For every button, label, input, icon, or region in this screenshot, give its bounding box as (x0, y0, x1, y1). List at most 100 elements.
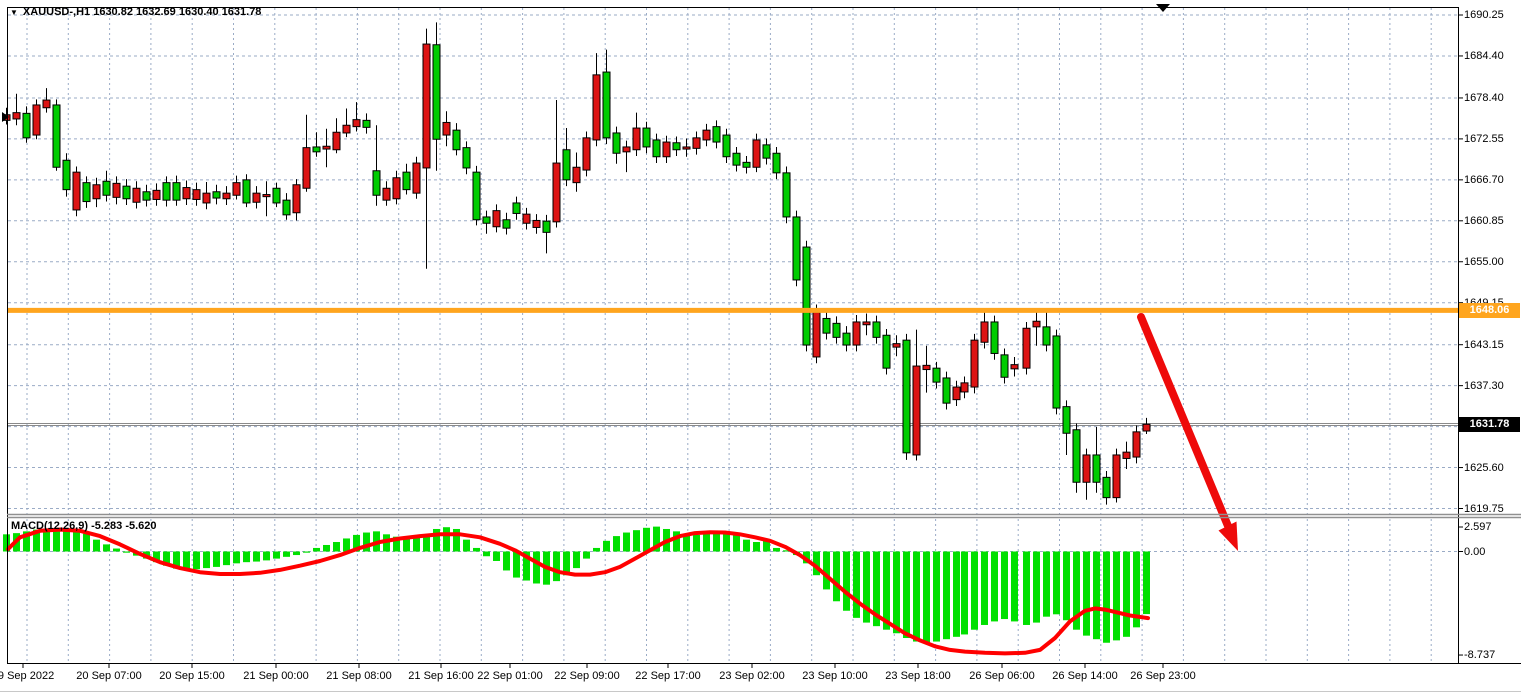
candle-body (283, 200, 290, 215)
macd-bar (63, 530, 70, 551)
macd-bar (953, 552, 960, 637)
macd-bar (503, 552, 510, 571)
candle-body (493, 211, 500, 227)
macd-bar (613, 536, 620, 551)
macd-bar (473, 548, 480, 552)
candle-body (323, 146, 330, 149)
candle-body (83, 183, 90, 202)
candle-body (903, 340, 910, 453)
candle-body (413, 163, 420, 193)
candle-body (543, 221, 550, 232)
macd-bar (223, 552, 230, 566)
candle-body (523, 214, 530, 223)
macd-bar (713, 533, 720, 552)
candle-body (843, 333, 850, 345)
candle-body (683, 147, 690, 149)
candle-body (273, 188, 280, 203)
candle-body (463, 148, 470, 168)
macd-bar (971, 552, 978, 630)
macd-bar (1123, 552, 1130, 637)
macd-bar (823, 552, 830, 590)
macd-bar (93, 540, 100, 552)
candle-body (33, 105, 40, 135)
macd-bar (263, 552, 270, 561)
candle-body (13, 113, 20, 119)
candle-body (773, 153, 780, 173)
candle-body (483, 217, 490, 223)
macd-bar (343, 538, 350, 551)
macd-bar (1043, 552, 1050, 617)
hline-price-tag[interactable]: 1648.06 (1459, 303, 1520, 318)
candle-body (753, 140, 760, 167)
candle-body (913, 366, 920, 455)
chart-menu-triangle-icon[interactable]: ▼ (10, 7, 18, 18)
macd-bar (243, 552, 250, 563)
macd-bar (443, 527, 450, 551)
candle-body (833, 323, 840, 337)
macd-bar (513, 552, 520, 578)
candle-body (213, 192, 220, 198)
chart-frame (0, 4, 1521, 692)
candle-body (183, 188, 190, 199)
macd-bar (493, 552, 500, 561)
macd-bar (1023, 552, 1030, 625)
candle-body (103, 181, 110, 195)
candle-body (153, 190, 160, 199)
macd-bar (103, 544, 110, 551)
candle-body (573, 167, 580, 182)
macd-bar (1053, 552, 1060, 615)
candle-body (533, 220, 540, 227)
macd-bar (323, 545, 330, 552)
candle-body (1063, 407, 1070, 434)
candle-body (693, 138, 700, 149)
macd-bar (753, 542, 760, 551)
candle-body (173, 183, 180, 201)
candle-body (933, 368, 940, 382)
mt4-chart-window: ▼ XAUUSD-,H1 1630.82 1632.69 1630.40 163… (0, 0, 1521, 698)
macd-bar (853, 552, 860, 618)
macd-bar (833, 552, 840, 602)
candle-body (593, 75, 600, 140)
macd-bar (433, 529, 440, 552)
candle-body (423, 44, 430, 168)
candle-body (63, 160, 70, 189)
macd-bar (961, 552, 968, 635)
macd-bar (923, 552, 930, 643)
candle-body (1023, 328, 1030, 368)
candle-body (623, 147, 630, 152)
macd-bar (633, 530, 640, 551)
candle-body (713, 127, 720, 142)
chart-canvas[interactable] (0, 0, 1521, 698)
candle-body (883, 335, 890, 368)
macd-bar (733, 535, 740, 552)
macd-bar (943, 552, 950, 640)
current-price-tag: 1631.78 (1459, 417, 1520, 432)
macd-bar (113, 549, 120, 552)
macd-bar (913, 552, 920, 642)
candle-body (813, 312, 820, 357)
candle-body (733, 153, 740, 165)
macd-bar (283, 552, 290, 557)
macd-bar (893, 552, 900, 634)
candle-body (823, 318, 830, 333)
candle-body (133, 188, 140, 202)
macd-bar (83, 534, 90, 552)
macd-bar (1063, 552, 1070, 621)
macd-bar (933, 552, 940, 642)
candle-body (93, 185, 100, 199)
trend-arrow[interactable] (1141, 317, 1238, 551)
macd-bar (73, 531, 80, 551)
macd-bar (723, 534, 730, 552)
macd-bar (303, 552, 310, 553)
candle-body (653, 140, 660, 157)
macd-bar (623, 533, 630, 552)
candle-body (961, 383, 968, 392)
candle-body (43, 100, 50, 108)
macd-bar (203, 552, 210, 569)
candle-body (943, 378, 950, 403)
candle-body (1053, 336, 1060, 408)
candle-body (1011, 365, 1018, 369)
candle-body (743, 162, 750, 167)
candle-body (703, 130, 710, 140)
macd-bar (1011, 552, 1018, 622)
